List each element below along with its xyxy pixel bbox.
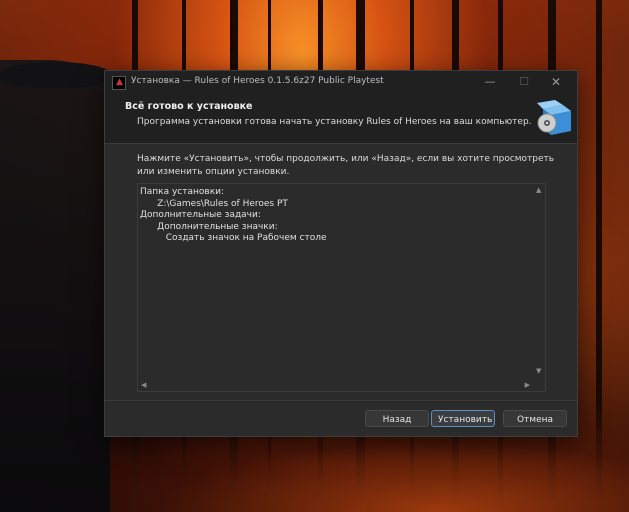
rules-of-heroes-app-icon: ▲	[112, 76, 126, 90]
instructions-text: Нажмите «Установить», чтобы продолжить, …	[137, 154, 555, 177]
install-button[interactable]: Установить	[431, 410, 495, 427]
title-bar[interactable]: ▲ Установка — Rules of Heroes 0.1.5.6z27…	[105, 71, 577, 93]
scroll-left-arrow-icon[interactable]: ◀	[141, 381, 146, 389]
setup-box-disc-icon	[537, 100, 571, 135]
memo-line: Z:\Games\Rules of Heroes PT	[140, 198, 288, 209]
back-button[interactable]: Назад	[365, 410, 429, 427]
memo-line: Дополнительные задачи:	[140, 210, 261, 220]
memo-line: Создать значок на Рабочем столе	[140, 233, 327, 243]
window-title: Установка — Rules of Heroes 0.1.5.6z27 P…	[131, 76, 384, 86]
memo-line: Папка установки:	[140, 187, 225, 197]
scroll-up-arrow-icon[interactable]: ▲	[536, 186, 541, 194]
header-divider	[105, 143, 577, 144]
memo-content: Папка установки: Z:\Games\Rules of Heroe…	[140, 187, 530, 372]
maximize-button: ☐	[519, 75, 529, 88]
scroll-down-arrow-icon[interactable]: ▼	[536, 367, 541, 375]
page-subheading: Программа установки готова начать устано…	[137, 117, 532, 127]
memo-line: Дополнительные значки:	[140, 221, 278, 232]
horizontal-scrollbar[interactable]: ◀ ▶	[138, 378, 533, 391]
scrollbar-corner	[533, 378, 545, 391]
footer-divider	[105, 400, 577, 401]
close-button[interactable]: ✕	[543, 74, 569, 90]
wallpaper-hat	[0, 62, 112, 88]
wallpaper-figure	[0, 60, 110, 512]
minimize-button[interactable]: —	[477, 74, 503, 90]
scroll-right-arrow-icon[interactable]: ▶	[525, 381, 530, 389]
vertical-scrollbar[interactable]: ▲ ▼	[533, 184, 545, 377]
installer-window: ▲ Установка — Rules of Heroes 0.1.5.6z27…	[104, 70, 578, 437]
ready-memo-box[interactable]: Папка установки: Z:\Games\Rules of Heroe…	[137, 183, 546, 392]
wizard-header: Всё готово к установке Программа установ…	[105, 93, 577, 143]
page-heading: Всё готово к установке	[125, 101, 253, 112]
cancel-button[interactable]: Отмена	[503, 410, 567, 427]
